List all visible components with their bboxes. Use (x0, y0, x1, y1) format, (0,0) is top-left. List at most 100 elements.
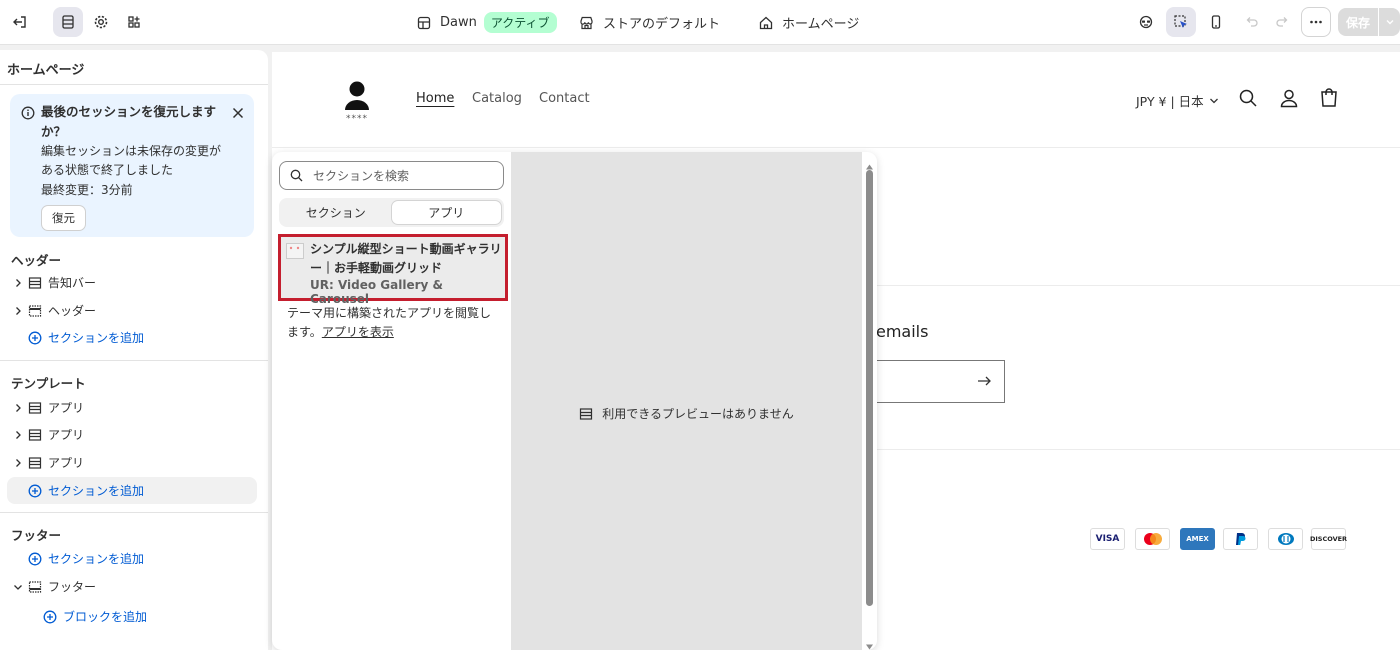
banner-last-modified: 最終変更：3分前 (41, 183, 133, 197)
page-selector-label: ホームページ (782, 17, 860, 32)
picker-tabs: セクション アプリ (279, 198, 504, 227)
sidebar-item-announcement-bar[interactable]: 告知バー (0, 269, 268, 296)
scrollbar[interactable] (862, 152, 877, 650)
amex-icon: AMEX (1180, 528, 1215, 550)
add-section-popover: セクションを検索 セクション アプリ シンプル縦型ショート動画ギャラリー｜お手軽… (272, 152, 877, 650)
home-icon (759, 16, 773, 30)
tab-apps[interactable]: アプリ (390, 200, 502, 225)
undo-icon[interactable] (1237, 7, 1267, 37)
chevron-down-icon[interactable] (10, 583, 26, 591)
status-badge: アクティブ (483, 12, 557, 33)
top-bar: Dawn アクティブ ストアのデフォルト ホームページ 保存 (0, 0, 1400, 45)
sidebar-item-app[interactable]: アプリ (0, 421, 268, 448)
chevron-right-icon[interactable] (10, 278, 26, 288)
add-block-button[interactable]: ブロックを追加 (0, 603, 268, 630)
chevron-right-icon[interactable] (10, 306, 26, 316)
divider (0, 84, 268, 85)
search-placeholder: セクションを検索 (313, 169, 410, 183)
scroll-down-icon[interactable] (865, 636, 874, 650)
sidebar-item-app[interactable]: アプリ (0, 449, 268, 476)
apps-icon[interactable] (119, 7, 149, 37)
diners-icon (1268, 528, 1303, 550)
sections-icon[interactable] (53, 7, 83, 37)
chevron-down-icon[interactable] (1379, 17, 1400, 27)
restore-button[interactable]: 復元 (41, 205, 86, 231)
banner-body: 編集セッションは未保存の変更がある状態で終了しました (41, 144, 222, 177)
view-apps-link[interactable]: アプリを表示 (322, 325, 394, 339)
section-icon (28, 401, 42, 415)
add-section-button[interactable]: セクションを追加 (0, 324, 268, 351)
add-section-label: セクションを追加 (48, 484, 145, 498)
search-icon (290, 169, 303, 182)
restore-session-banner: 最後のセッションを復元しますか？ 編集セッションは未保存の変更がある状態で終了し… (10, 94, 254, 237)
divider (0, 512, 268, 513)
theme-name: Dawn (440, 15, 477, 30)
nav-catalog[interactable]: Catalog (472, 91, 522, 106)
chevron-right-icon[interactable] (10, 430, 26, 440)
redo-icon[interactable] (1267, 7, 1297, 37)
section-preview-pane: 利用できるプレビューはありません (511, 152, 862, 650)
header-group-label: ヘッダー (11, 253, 62, 268)
more-actions-icon[interactable] (1301, 7, 1331, 37)
sidebar-item-label: フッター (48, 580, 97, 594)
section-icon (28, 456, 42, 470)
nav-home[interactable]: Home (416, 91, 454, 106)
app-list-item[interactable]: シンプル縦型ショート動画ギャラリー｜お手軽動画グリッド UR: Video Ga… (278, 234, 508, 306)
sidebar-item-footer[interactable]: フッター (0, 573, 268, 600)
store-default-label: ストアのデフォルト (603, 17, 721, 32)
app-thumbnail (286, 243, 304, 259)
footer-section-icon (28, 580, 42, 594)
divider (272, 147, 1400, 148)
chevron-right-icon[interactable] (10, 403, 26, 413)
paypal-icon (1223, 528, 1258, 550)
add-section-label: セクションを追加 (48, 552, 145, 566)
page-title: ホームページ (7, 63, 85, 78)
section-icon (579, 407, 593, 421)
info-icon (21, 105, 35, 124)
mastercard-icon (1135, 528, 1170, 550)
mobile-preview-icon[interactable] (1201, 7, 1231, 37)
sidebar-item-label: アプリ (48, 428, 85, 442)
no-preview-label: 利用できるプレビューはありません (602, 407, 794, 421)
sidebar-item-app[interactable]: アプリ (0, 394, 268, 421)
section-icon (28, 428, 42, 442)
sidebar-item-header[interactable]: ヘッダー (0, 297, 268, 324)
add-section-button[interactable]: セクションを追加 (7, 477, 257, 504)
chevron-right-icon[interactable] (10, 458, 26, 468)
save-button-label: 保存 (1345, 15, 1370, 30)
cart-icon[interactable] (1319, 88, 1339, 112)
gear-icon[interactable] (86, 7, 116, 37)
exit-icon[interactable] (5, 7, 35, 37)
newsletter-heading: emails (876, 322, 929, 341)
app-subtitle: UR: Video Gallery & Carousel (310, 278, 443, 306)
close-icon[interactable] (232, 104, 244, 123)
add-section-button[interactable]: セクションを追加 (0, 545, 268, 572)
currency-label: JPY ¥ | 日本 (1136, 94, 1204, 109)
footer-group-label: フッター (11, 528, 62, 543)
browse-apps-text: テーマ用に構築されたアプリを閲覧します。アプリを表示 (287, 304, 502, 342)
discover-icon: DISCOVER (1310, 528, 1347, 550)
save-button[interactable]: 保存 (1338, 8, 1400, 36)
page-selector[interactable]: ホームページ (759, 0, 859, 45)
currency-selector[interactable]: JPY ¥ | 日本 (1136, 91, 1219, 110)
search-input[interactable]: セクションを検索 (279, 161, 504, 190)
plus-circle-icon (28, 484, 42, 498)
section-icon (28, 276, 42, 290)
store-icon (579, 16, 594, 30)
app-title: シンプル縦型ショート動画ギャラリー｜お手軽動画グリッド (310, 242, 502, 275)
inspector-icon[interactable] (1166, 7, 1196, 37)
search-icon[interactable] (1238, 88, 1258, 112)
store-default-selector[interactable]: ストアのデフォルト (579, 0, 720, 45)
customer-view-icon[interactable] (1131, 7, 1161, 37)
arrow-right-icon[interactable] (976, 373, 992, 393)
theme-selector[interactable]: Dawn アクティブ (417, 0, 557, 45)
account-icon[interactable] (1279, 88, 1299, 112)
chevron-down-icon (1209, 93, 1219, 108)
add-block-label: ブロックを追加 (63, 610, 148, 624)
no-preview-message: 利用できるプレビューはありません (511, 405, 862, 422)
scrollbar-thumb[interactable] (866, 170, 873, 606)
store-logo[interactable]: **** (339, 80, 375, 124)
plus-circle-icon (28, 552, 42, 566)
tab-sections[interactable]: セクション (281, 200, 391, 225)
nav-contact[interactable]: Contact (539, 91, 590, 106)
